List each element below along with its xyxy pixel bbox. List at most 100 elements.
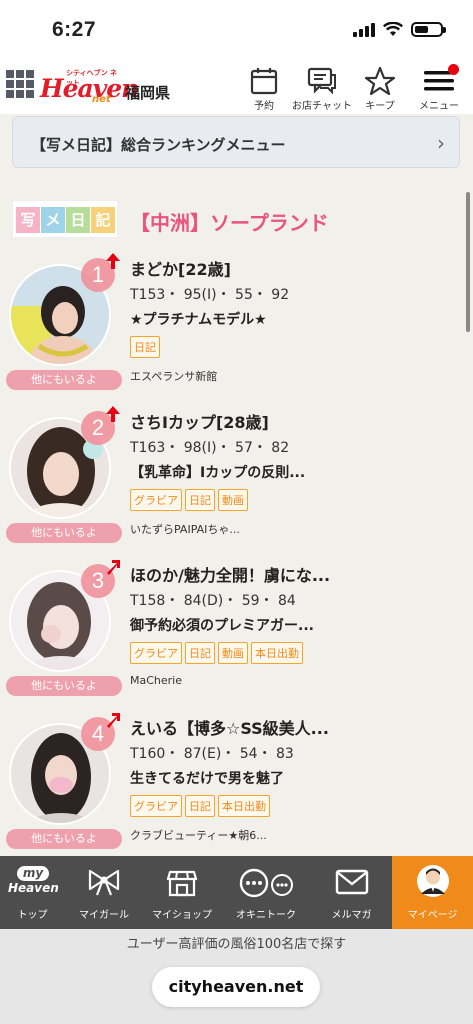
- others-button[interactable]: 他にもいるよ: [6, 676, 122, 696]
- bottom-nav: my Heaven トップ マイガール マイショップ オキニトーク メルマガ マ…: [0, 856, 473, 929]
- tag: 動画: [218, 489, 248, 511]
- shop-icon: [166, 870, 198, 897]
- shop-name[interactable]: クラブビューティー★朝6...: [130, 827, 267, 843]
- my-heaven-line2: Heaven: [8, 881, 59, 895]
- signal-icon: [353, 22, 375, 37]
- logo-char: メ: [41, 207, 65, 233]
- section-title: 【中洲】ソープランド: [130, 211, 329, 235]
- others-button[interactable]: 他にもいるよ: [6, 523, 122, 543]
- site-header: シティヘブン ネット Heaven net 福岡県 予約 お店チャット キープ: [0, 62, 473, 114]
- rank-up-arrow-icon: [106, 406, 120, 422]
- talk-icon: [239, 868, 293, 898]
- tag: グラビア: [130, 795, 182, 817]
- scrollbar[interactable]: [466, 192, 470, 332]
- my-heaven-icon: my Heaven: [8, 866, 59, 898]
- grid-menu-icon[interactable]: [6, 70, 34, 98]
- browser-bottom-bar: ユーザー高評価の風俗100名店で探す cityheaven.net: [0, 929, 473, 1024]
- nav-my-shop-label: マイショップ: [152, 910, 212, 921]
- shop-name[interactable]: いたずらPAIPAIちゃ...: [130, 521, 240, 537]
- logo-net: net: [92, 94, 111, 105]
- mail-icon: [335, 869, 368, 895]
- ranking-entry[interactable]: 4 他にもいるよ えいる【博多☆SS級美人... T160・ 87(E)・ 54…: [0, 711, 473, 856]
- catch-copy: 生きてるだけで男を魅了: [130, 771, 284, 787]
- girl-name[interactable]: えいる【博多☆SS級美人...: [130, 715, 329, 739]
- tag-list: グラビア 日記 本日出勤: [130, 795, 270, 817]
- url-bar[interactable]: cityheaven.net: [152, 967, 320, 1007]
- tag: グラビア: [130, 489, 182, 511]
- chevron-right-icon: ›: [437, 131, 445, 155]
- notification-dot: [448, 64, 459, 75]
- menu-button[interactable]: メニュー: [409, 64, 469, 114]
- girl-name[interactable]: まどか[22歳]: [130, 256, 231, 280]
- shop-chat-label: お店チャット: [292, 101, 352, 112]
- nav-top[interactable]: my Heaven トップ: [0, 856, 65, 929]
- tag-list: 日記: [130, 336, 160, 358]
- girl-name[interactable]: さちIカップ[28歳]: [130, 409, 269, 433]
- girl-name[interactable]: ほのか/魅力全開！虜にな...: [130, 562, 330, 586]
- logo-text: Heaven: [40, 74, 139, 103]
- logo-char: 記: [91, 207, 115, 233]
- ranking-entry[interactable]: 2 他にもいるよ さちIカップ[28歳] T163・ 98(I)・ 57・ 82…: [0, 405, 473, 557]
- logo-char: 写: [16, 207, 40, 233]
- promo-hint[interactable]: ユーザー高評価の風俗100名店で探す: [0, 933, 473, 952]
- rank-up-arrow-icon: [107, 713, 120, 728]
- girl-spec: T153・ 95(I)・ 55・ 92: [130, 287, 290, 303]
- rank-up-arrow-icon: [106, 253, 120, 269]
- ranking-entry[interactable]: 3 他にもいるよ ほのか/魅力全開！虜にな... T158・ 84(D)・ 59…: [0, 558, 473, 710]
- menu-label: メニュー: [419, 101, 459, 112]
- reserve-label: 予約: [254, 101, 274, 112]
- section-header: 写 メ 日 記 【中洲】ソープランド: [12, 200, 462, 240]
- ranking-entry[interactable]: 1 他にもいるよ まどか[22歳] T153・ 95(I)・ 55・ 92 ★プ…: [0, 252, 473, 404]
- others-button[interactable]: 他にもいるよ: [6, 370, 122, 390]
- nav-my-girl[interactable]: マイガール: [65, 856, 143, 929]
- ranking-menu-button[interactable]: 【写メ日記】総合ランキングメニュー ›: [12, 116, 460, 168]
- logo-char: 日: [66, 207, 90, 233]
- cityheaven-logo[interactable]: シティヘブン ネット Heaven net: [40, 68, 139, 108]
- status-time: 6:27: [52, 18, 97, 41]
- tag: 動画: [218, 642, 248, 664]
- prefecture-label[interactable]: 福岡県: [125, 82, 170, 103]
- rank-up-arrow-icon: [107, 560, 120, 575]
- tag: 日記: [185, 642, 215, 664]
- catch-copy: 【乳革命】Iカップの反則...: [130, 465, 306, 481]
- shop-name[interactable]: MaCherie: [130, 674, 182, 687]
- tag: 本日出勤: [218, 795, 270, 817]
- girl-spec: T160・ 87(E)・ 54・ 83: [130, 746, 294, 762]
- keep-button[interactable]: キープ: [350, 64, 410, 114]
- main-content: 【写メ日記】総合ランキングメニュー › 写 メ 日 記 【中洲】ソープランド 1…: [0, 114, 473, 856]
- others-button[interactable]: 他にもいるよ: [6, 829, 122, 849]
- nav-okini-talk[interactable]: オキニトーク: [221, 856, 311, 929]
- tag-list: グラビア 日記 動画 本日出勤: [130, 642, 303, 664]
- catch-copy: ★プラチナムモデル★: [130, 312, 267, 328]
- tag: 日記: [130, 336, 160, 358]
- calendar-icon: [250, 68, 278, 95]
- photo-diary-logo: 写 メ 日 記: [12, 200, 118, 238]
- nav-my-page[interactable]: マイページ: [392, 856, 473, 929]
- girl-spec: T158・ 84(D)・ 59・ 84: [130, 593, 296, 609]
- nav-my-page-label: マイページ: [407, 910, 458, 921]
- tag: グラビア: [130, 642, 182, 664]
- status-bar: 6:27: [0, 0, 473, 62]
- tag-list: グラビア 日記 動画: [130, 489, 248, 511]
- shop-name[interactable]: エスペランサ新館: [130, 368, 217, 384]
- user-avatar-icon: [416, 865, 449, 897]
- my-heaven-line1: my: [17, 866, 49, 881]
- shop-chat-button[interactable]: お店チャット: [292, 64, 352, 114]
- girl-spec: T163・ 98(I)・ 57・ 82: [130, 440, 290, 456]
- tag: 本日出勤: [251, 642, 303, 664]
- nav-mail-magazine-label: メルマガ: [331, 910, 372, 921]
- nav-okini-talk-label: オキニトーク: [236, 910, 296, 921]
- tag: 日記: [185, 795, 215, 817]
- reserve-button[interactable]: 予約: [234, 64, 294, 114]
- ranking-menu-label: 【写メ日記】総合ランキングメニュー: [31, 136, 286, 154]
- tag: 日記: [185, 489, 215, 511]
- star-icon: [364, 66, 396, 96]
- nav-my-shop[interactable]: マイショップ: [143, 856, 221, 929]
- nav-top-label: トップ: [17, 910, 48, 921]
- ribbon-icon: [88, 869, 120, 896]
- battery-icon: [411, 22, 446, 37]
- status-icons: [353, 22, 446, 37]
- wifi-icon: [383, 22, 403, 36]
- catch-copy: 御予約必須のプレミアガー...: [130, 618, 314, 634]
- nav-mail-magazine[interactable]: メルマガ: [311, 856, 392, 929]
